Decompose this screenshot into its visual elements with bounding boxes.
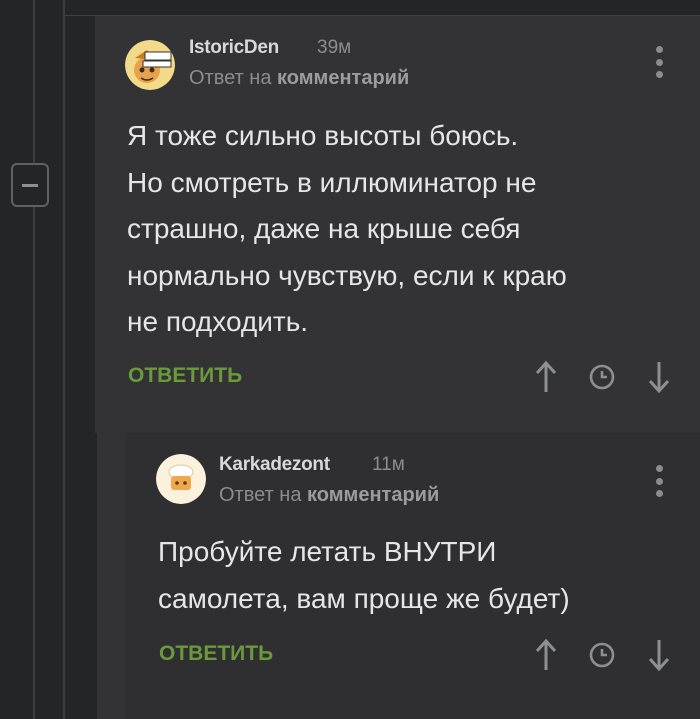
reply-to-link[interactable]: комментарий bbox=[307, 484, 439, 506]
kebab-menu-icon[interactable] bbox=[655, 465, 663, 497]
comment-text-line: самолета, вам проще же будет) bbox=[158, 582, 570, 614]
reply-button[interactable]: ОТВЕТИТЬ bbox=[159, 642, 273, 666]
reply-to-prefix: Ответ на bbox=[189, 67, 278, 89]
comment-text-line: нормально чувствую, если к краю bbox=[127, 259, 567, 291]
clock-icon[interactable] bbox=[588, 641, 616, 669]
thread-line bbox=[33, 0, 35, 719]
thread-line bbox=[95, 433, 97, 719]
username[interactable]: Karkadezont bbox=[219, 454, 330, 476]
reply-to: Ответ на комментарий bbox=[219, 484, 439, 507]
minus-icon bbox=[22, 183, 38, 187]
clock-icon[interactable] bbox=[588, 363, 616, 391]
avatar[interactable] bbox=[156, 454, 206, 504]
collapse-thread-button[interactable] bbox=[11, 163, 49, 207]
timestamp: 39м bbox=[317, 37, 352, 58]
comment-text-line: Пробуйте летать ВНУТРИ bbox=[158, 536, 497, 567]
arrow-up-icon[interactable] bbox=[534, 360, 558, 394]
arrow-down-icon[interactable] bbox=[647, 360, 671, 394]
reply-to-prefix: Ответ на bbox=[219, 484, 308, 506]
reply-to-link[interactable]: комментарий bbox=[277, 67, 409, 89]
comment-text-line: Я тоже сильно высоты боюсь. bbox=[127, 120, 519, 151]
timestamp: 11м bbox=[372, 454, 405, 475]
comment-body: Пробуйте летать ВНУТРИ самолета, вам про… bbox=[158, 529, 688, 622]
reply-to: Ответ на комментарий bbox=[189, 67, 409, 90]
kebab-menu-icon[interactable] bbox=[655, 46, 663, 78]
arrow-down-icon[interactable] bbox=[647, 638, 671, 672]
thread-line bbox=[63, 0, 65, 719]
comment-text-line: Но смотреть в иллюминатор не bbox=[127, 166, 537, 198]
reply-button[interactable]: ОТВЕТИТЬ bbox=[128, 364, 242, 388]
avatar[interactable] bbox=[125, 40, 175, 90]
username[interactable]: IstoricDen bbox=[189, 37, 279, 59]
comment-reply: Karkadezont 11м Ответ на комментарий Про… bbox=[126, 433, 700, 719]
comment-text-line: страшно, даже на крыше себя bbox=[127, 213, 521, 244]
comment-text-line: не подходить. bbox=[127, 306, 309, 337]
arrow-up-icon[interactable] bbox=[534, 638, 558, 672]
comment-body: Я тоже сильно высоты боюсь. Но смотреть … bbox=[127, 113, 687, 346]
